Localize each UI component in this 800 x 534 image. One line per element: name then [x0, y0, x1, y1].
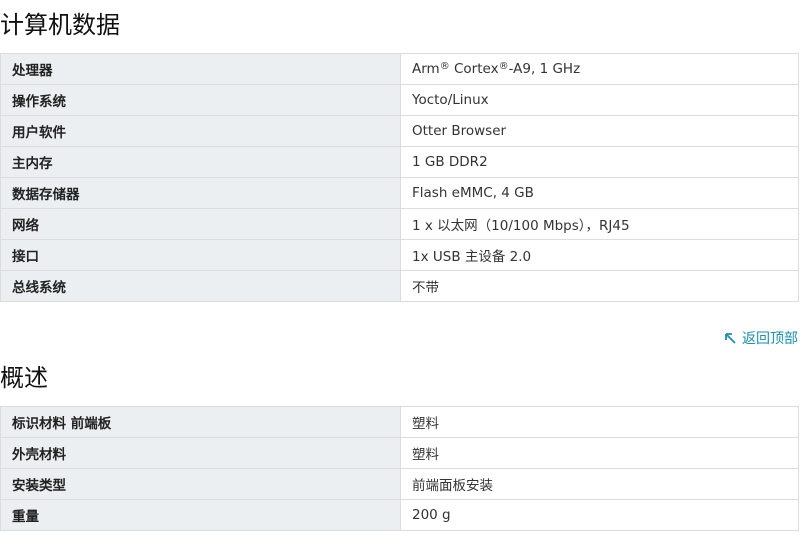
table-row: 重量 200 g: [0, 499, 799, 531]
row-value: 200 g: [400, 499, 799, 531]
row-label: 处理器: [0, 53, 401, 85]
table-row: 操作系统 Yocto/Linux: [0, 84, 799, 116]
table-row: 总线系统 不带: [0, 270, 799, 302]
row-label: 数据存储器: [0, 177, 401, 209]
row-label: 接口: [0, 239, 401, 271]
row-value: Arm® Cortex®-A9, 1 GHz: [400, 53, 799, 85]
row-value: Otter Browser: [400, 115, 799, 147]
table-row: 网络 1 x 以太网（10/100 Mbps），RJ45: [0, 208, 799, 240]
section-title-overview: 概述: [0, 364, 48, 392]
back-to-top-link[interactable]: 返回顶部: [725, 328, 798, 348]
row-label: 网络: [0, 208, 401, 240]
row-value: 1 x 以太网（10/100 Mbps），RJ45: [400, 208, 799, 240]
row-label: 用户软件: [0, 115, 401, 147]
back-to-top-label: 返回顶部: [742, 331, 798, 347]
table-row: 处理器 Arm® Cortex®-A9, 1 GHz: [0, 53, 799, 85]
table-row: 标识材料 前端板 塑料: [0, 406, 799, 438]
row-value: 前端面板安装: [400, 468, 799, 500]
row-value: 1x USB 主设备 2.0: [400, 239, 799, 271]
row-label: 外壳材料: [0, 437, 401, 469]
table-row: 安装类型 前端面板安装: [0, 468, 799, 500]
row-value: 不带: [400, 270, 799, 302]
arrow-up-left-icon: [725, 332, 736, 344]
row-value: 塑料: [400, 437, 799, 469]
value-text: -A9, 1 GHz: [508, 61, 581, 77]
row-label: 总线系统: [0, 270, 401, 302]
row-label: 主内存: [0, 146, 401, 178]
registered-mark: ®: [498, 61, 509, 72]
table-row: 数据存储器 Flash eMMC, 4 GB: [0, 177, 799, 209]
table-row: 用户软件 Otter Browser: [0, 115, 799, 147]
computer-data-table: 处理器 Arm® Cortex®-A9, 1 GHz 操作系统 Yocto/Li…: [0, 53, 799, 302]
table-row: 主内存 1 GB DDR2: [0, 146, 799, 178]
row-value: Yocto/Linux: [400, 84, 799, 116]
table-row: 外壳材料 塑料: [0, 437, 799, 469]
overview-table: 标识材料 前端板 塑料 外壳材料 塑料 安装类型 前端面板安装 重量 200 g: [0, 406, 799, 531]
row-label: 重量: [0, 499, 401, 531]
value-text: Cortex: [449, 61, 499, 77]
section-title-computer-data: 计算机数据: [0, 11, 120, 39]
value-text: Arm: [412, 61, 440, 77]
row-label: 标识材料 前端板: [0, 406, 401, 438]
row-label: 安装类型: [0, 468, 401, 500]
row-value: 塑料: [400, 406, 799, 438]
row-value: Flash eMMC, 4 GB: [400, 177, 799, 209]
table-row: 接口 1x USB 主设备 2.0: [0, 239, 799, 271]
registered-mark: ®: [439, 61, 450, 72]
row-value: 1 GB DDR2: [400, 146, 799, 178]
row-label: 操作系统: [0, 84, 401, 116]
